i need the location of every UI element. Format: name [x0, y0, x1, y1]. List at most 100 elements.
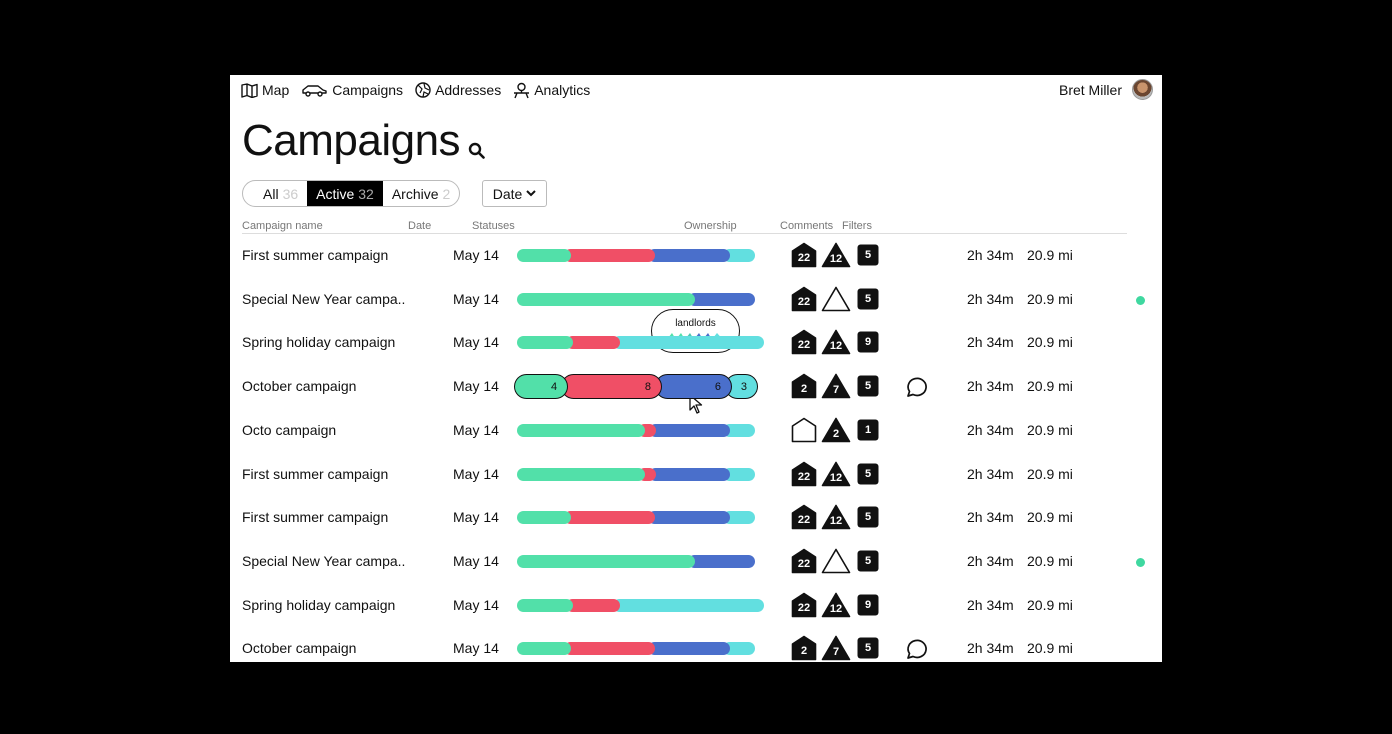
status-segment-red[interactable] — [566, 598, 620, 612]
square-icon[interactable]: 5 — [857, 506, 879, 528]
triangle-icon[interactable] — [821, 548, 851, 574]
nav-campaigns[interactable]: Campaigns — [301, 81, 403, 99]
status-bar[interactable] — [517, 511, 755, 525]
status-segment-cyan[interactable] — [613, 336, 764, 350]
house-icon[interactable] — [791, 417, 817, 443]
search-icon[interactable] — [468, 142, 485, 159]
campaign-name[interactable]: First summer campaign — [242, 247, 388, 263]
square-icon[interactable]: 9 — [857, 331, 879, 353]
status-segment-blue[interactable] — [649, 467, 730, 481]
house-icon[interactable]: 22 — [791, 592, 817, 618]
nav-analytics[interactable]: Analytics — [513, 81, 590, 99]
user-menu[interactable]: Bret Miller — [1059, 79, 1153, 100]
square-icon[interactable]: 5 — [857, 550, 879, 572]
campaign-name[interactable]: Spring holiday campaign — [242, 597, 395, 613]
table-row[interactable]: First summer campaign May 14 22 12 5 2h … — [230, 452, 1162, 496]
status-segment-green[interactable]: 4 — [514, 374, 569, 400]
triangle-icon[interactable]: 7 — [821, 635, 851, 661]
house-icon[interactable]: 22 — [791, 286, 817, 312]
status-segment-red[interactable] — [563, 642, 656, 656]
triangle-icon[interactable]: 2 — [821, 417, 851, 443]
status-segment-cyan[interactable] — [613, 598, 764, 612]
triangle-icon[interactable]: 12 — [821, 329, 851, 355]
status-segment-blue[interactable] — [648, 511, 730, 525]
status-segment-red[interactable] — [563, 511, 656, 525]
triangle-icon[interactable]: 12 — [821, 504, 851, 530]
status-segment-blue[interactable]: 6 — [654, 374, 732, 400]
status-segment-blue[interactable] — [648, 642, 730, 656]
tab-active[interactable]: Active 32 — [307, 181, 383, 206]
campaign-name[interactable]: Special New Year campa.. — [242, 553, 405, 569]
square-icon[interactable]: 5 — [857, 244, 879, 266]
square-icon[interactable]: 5 — [857, 288, 879, 310]
house-icon[interactable]: 2 — [791, 635, 817, 661]
status-segment-blue[interactable] — [648, 249, 730, 262]
status-bar[interactable] — [517, 336, 764, 350]
status-bar[interactable] — [517, 554, 755, 568]
tab-all[interactable]: All 36 — [243, 181, 307, 206]
header-ownership[interactable]: Ownership — [684, 220, 737, 232]
square-icon[interactable]: 9 — [857, 594, 879, 616]
status-segment-red[interactable]: 8 — [561, 374, 662, 400]
house-icon[interactable]: 2 — [791, 373, 817, 399]
comment-icon[interactable] — [904, 638, 928, 660]
status-bar[interactable] — [517, 642, 755, 656]
header-comments[interactable]: Comments — [780, 220, 833, 232]
status-segment-blue[interactable] — [688, 554, 755, 568]
table-row[interactable]: First summer campaign May 14 22 12 5 2h … — [230, 233, 1162, 277]
campaign-name[interactable]: Special New Year campa.. — [242, 291, 405, 307]
table-row[interactable]: October campaign May 14 2 7 5 2h 34m 20.… — [230, 626, 1162, 662]
status-bar[interactable] — [517, 292, 755, 306]
header-filters[interactable]: Filters — [842, 220, 872, 232]
square-icon[interactable]: 5 — [857, 637, 879, 659]
table-row[interactable]: First summer campaign May 14 22 12 5 2h … — [230, 495, 1162, 539]
campaign-name[interactable]: Spring holiday campaign — [242, 334, 395, 350]
campaign-name[interactable]: October campaign — [242, 378, 356, 394]
header-statuses[interactable]: Statuses — [472, 220, 515, 232]
tab-archive[interactable]: Archive 2 — [383, 181, 459, 206]
square-icon[interactable]: 5 — [857, 375, 879, 397]
date-dropdown[interactable]: Date — [482, 180, 547, 207]
nav-addresses[interactable]: Addresses — [415, 81, 501, 99]
status-segment-green[interactable] — [517, 511, 571, 525]
house-icon[interactable]: 22 — [791, 461, 817, 487]
status-segment-green[interactable] — [517, 642, 571, 656]
comment-icon[interactable] — [904, 376, 928, 398]
table-row[interactable]: Special New Year campa.. May 14 22 5 2h … — [230, 539, 1162, 583]
nav-map[interactable]: Map — [241, 81, 289, 99]
status-segment-green[interactable] — [517, 467, 645, 481]
triangle-icon[interactable]: 12 — [821, 592, 851, 618]
campaign-name[interactable]: Octo campaign — [242, 422, 336, 438]
house-icon[interactable]: 22 — [791, 504, 817, 530]
status-segment-green[interactable] — [517, 292, 695, 306]
status-segment-green[interactable] — [517, 423, 645, 437]
status-segment-red[interactable] — [563, 249, 656, 262]
status-bar[interactable] — [517, 249, 755, 262]
status-segment-green[interactable] — [517, 598, 573, 612]
status-bar[interactable] — [517, 467, 755, 481]
campaign-name[interactable]: First summer campaign — [242, 509, 388, 525]
triangle-icon[interactable]: 7 — [821, 373, 851, 399]
status-bar[interactable]: 4 8 6 3 — [514, 374, 758, 400]
house-icon[interactable]: 22 — [791, 548, 817, 574]
status-segment-blue[interactable] — [649, 423, 730, 437]
campaign-name[interactable]: October campaign — [242, 640, 356, 656]
status-segment-green[interactable] — [517, 336, 573, 350]
status-segment-green[interactable] — [517, 554, 695, 568]
square-icon[interactable]: 5 — [857, 463, 879, 485]
square-icon[interactable]: 1 — [857, 419, 879, 441]
house-icon[interactable]: 22 — [791, 329, 817, 355]
triangle-icon[interactable] — [821, 286, 851, 312]
status-segment-blue[interactable] — [688, 292, 755, 306]
header-campaign-name[interactable]: Campaign name — [242, 220, 323, 232]
table-row[interactable]: Spring holiday campaign May 14 22 12 9 2… — [230, 583, 1162, 627]
triangle-icon[interactable]: 12 — [821, 242, 851, 268]
status-bar[interactable] — [517, 423, 755, 437]
header-date[interactable]: Date — [408, 220, 431, 232]
house-icon[interactable]: 22 — [791, 242, 817, 268]
status-segment-green[interactable] — [517, 249, 571, 262]
status-segment-red[interactable] — [566, 336, 620, 350]
status-bar[interactable] — [517, 598, 764, 612]
triangle-icon[interactable]: 12 — [821, 461, 851, 487]
campaign-name[interactable]: First summer campaign — [242, 466, 388, 482]
